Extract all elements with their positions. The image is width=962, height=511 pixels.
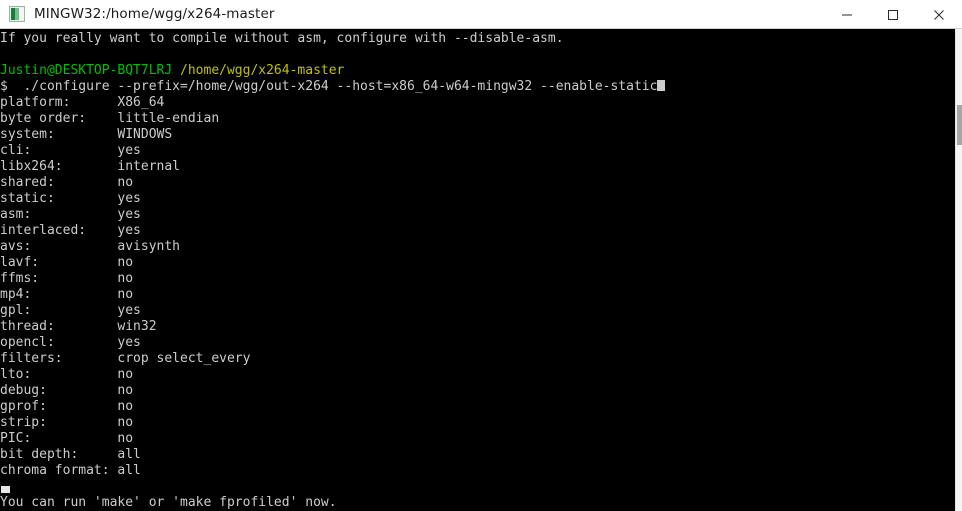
terminal-output-area[interactable]: If you really want to compile without as… xyxy=(0,29,962,511)
terminal-prompt-line: Justin@DESKTOP-BQT7LRJ /home/wgg/x264-ma… xyxy=(0,63,345,78)
terminal-config-row: shared: no xyxy=(0,175,134,190)
title-bar: MINGW32:/home/wgg/x264-master xyxy=(0,0,962,29)
close-button[interactable] xyxy=(916,0,962,29)
terminal-config-row: gprof: no xyxy=(0,399,134,414)
minimize-button[interactable] xyxy=(824,0,870,29)
terminal-config-row: asm: yes xyxy=(0,207,141,222)
mingw-terminal-icon xyxy=(9,6,25,22)
terminal-config-row: cli: yes xyxy=(0,143,141,158)
window-controls xyxy=(824,0,962,29)
terminal-config-row: debug: no xyxy=(0,383,134,398)
terminal-command-line: $ ./configure --prefix=/home/wgg/out-x26… xyxy=(0,79,666,95)
terminal-config-row: system: WINDOWS xyxy=(0,127,173,142)
scrollbar-thumb[interactable] xyxy=(957,105,962,145)
terminal-config-row: strip: no xyxy=(0,415,134,430)
terminal-config-row: opencl: yes xyxy=(0,335,141,350)
terminal-config-row: PIC: no xyxy=(0,431,134,446)
terminal-config-row: avs: avisynth xyxy=(0,239,181,254)
terminal-config-row: gpl: yes xyxy=(0,303,141,318)
terminal-window: MINGW32:/home/wgg/x264-master If you rea… xyxy=(0,0,962,511)
minimize-icon xyxy=(842,14,852,15)
terminal-warning-line: If you really want to compile without as… xyxy=(0,31,564,46)
vertical-scrollbar[interactable] xyxy=(955,29,962,511)
terminal-footer-line: You can run 'make' or 'make fprofiled' n… xyxy=(0,495,337,510)
terminal-config-row: byte order: little-endian xyxy=(0,111,220,126)
terminal-text: If you really want to compile without as… xyxy=(0,31,666,511)
terminal-config-row: ffms: no xyxy=(0,271,134,286)
terminal-config-row: platform: X86_64 xyxy=(0,95,165,110)
maximize-icon xyxy=(888,9,898,20)
close-icon xyxy=(934,9,944,20)
text-cursor xyxy=(1,486,10,493)
terminal-config-row: libx264: internal xyxy=(0,159,181,174)
terminal-config-row: thread: win32 xyxy=(0,319,157,334)
terminal-config-row: filters: crop select_every xyxy=(0,351,251,366)
maximize-button[interactable] xyxy=(870,0,916,29)
terminal-config-row: mp4: no xyxy=(0,287,134,302)
window-title: MINGW32:/home/wgg/x264-master xyxy=(34,5,275,22)
inline-cursor xyxy=(657,80,666,91)
terminal-config-row: chroma format: all xyxy=(0,463,141,478)
terminal-config-row: lto: no xyxy=(0,367,134,382)
terminal-config-row: bit depth: all xyxy=(0,447,141,462)
terminal-config-row: interlaced: yes xyxy=(0,223,141,238)
terminal-config-row: lavf: no xyxy=(0,255,134,270)
terminal-config-row: static: yes xyxy=(0,191,141,206)
